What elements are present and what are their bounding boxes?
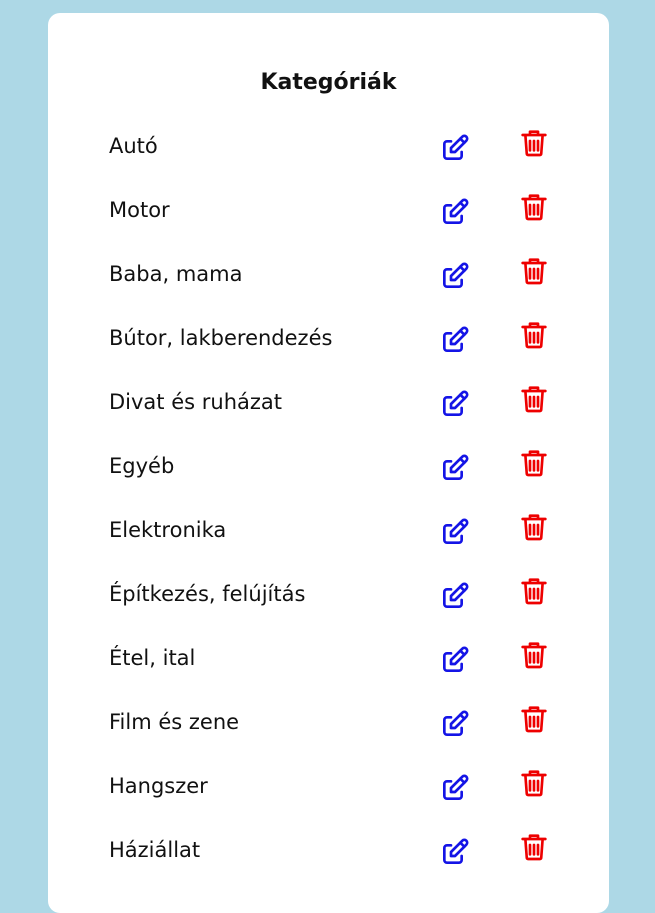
trash-icon: [521, 706, 547, 733]
trash-icon: [521, 834, 547, 861]
category-label: Hangszer: [109, 774, 208, 798]
category-label: Divat és ruházat: [109, 390, 282, 414]
category-label: Autó: [109, 134, 158, 158]
edit-button[interactable]: [437, 322, 473, 358]
edit-button[interactable]: [437, 770, 473, 806]
edit-icon: [443, 582, 469, 608]
edit-button[interactable]: [437, 514, 473, 550]
category-label: Film és zene: [109, 710, 240, 734]
category-row: Hangszer: [48, 767, 609, 831]
edit-icon: [443, 262, 469, 288]
category-label: Étel, ital: [109, 646, 196, 670]
category-label: Egyéb: [109, 454, 175, 478]
trash-icon: [521, 258, 547, 285]
category-label: Építkezés, felújítás: [109, 582, 306, 606]
edit-icon: [443, 518, 469, 544]
edit-icon: [443, 454, 469, 480]
delete-button[interactable]: [516, 509, 552, 545]
edit-button[interactable]: [437, 194, 473, 230]
edit-button[interactable]: [437, 386, 473, 422]
category-label: Baba, mama: [109, 262, 243, 286]
delete-button[interactable]: [516, 829, 552, 865]
edit-icon: [443, 774, 469, 800]
edit-icon: [443, 198, 469, 224]
category-label: Bútor, lakberendezés: [109, 326, 333, 350]
delete-button[interactable]: [516, 445, 552, 481]
category-row: Háziállat: [48, 831, 609, 895]
category-row: Baba, mama: [48, 255, 609, 319]
edit-icon: [443, 710, 469, 736]
delete-button[interactable]: [516, 573, 552, 609]
category-row: Motor: [48, 191, 609, 255]
trash-icon: [521, 322, 547, 349]
category-row: Autó: [48, 127, 609, 191]
edit-button[interactable]: [437, 578, 473, 614]
trash-icon: [521, 386, 547, 413]
delete-button[interactable]: [516, 189, 552, 225]
edit-button[interactable]: [437, 130, 473, 166]
edit-icon: [443, 390, 469, 416]
edit-button[interactable]: [437, 450, 473, 486]
category-row: Egyéb: [48, 447, 609, 511]
category-row: Elektronika: [48, 511, 609, 575]
trash-icon: [521, 770, 547, 797]
delete-button[interactable]: [516, 317, 552, 353]
edit-icon: [443, 326, 469, 352]
edit-button[interactable]: [437, 258, 473, 294]
edit-icon: [443, 646, 469, 672]
category-row: Étel, ital: [48, 639, 609, 703]
category-row: Divat és ruházat: [48, 383, 609, 447]
edit-icon: [443, 134, 469, 160]
category-label: Háziállat: [109, 838, 201, 862]
edit-button[interactable]: [437, 642, 473, 678]
category-row: Film és zene: [48, 703, 609, 767]
trash-icon: [521, 450, 547, 477]
category-list: Autó Motor Baba, mama Bútor, lakberendez…: [48, 127, 609, 895]
category-row: Építkezés, felújítás: [48, 575, 609, 639]
delete-button[interactable]: [516, 765, 552, 801]
trash-icon: [521, 514, 547, 541]
category-label: Motor: [109, 198, 170, 222]
edit-icon: [443, 838, 469, 864]
edit-button[interactable]: [437, 834, 473, 870]
delete-button[interactable]: [516, 637, 552, 673]
delete-button[interactable]: [516, 253, 552, 289]
delete-button[interactable]: [516, 125, 552, 161]
delete-button[interactable]: [516, 701, 552, 737]
edit-button[interactable]: [437, 706, 473, 742]
delete-button[interactable]: [516, 381, 552, 417]
trash-icon: [521, 130, 547, 157]
trash-icon: [521, 642, 547, 669]
category-label: Elektronika: [109, 518, 227, 542]
category-row: Bútor, lakberendezés: [48, 319, 609, 383]
page-title: Kategóriák: [260, 70, 397, 95]
trash-icon: [521, 578, 547, 605]
categories-card: Kategóriák Autó Motor Baba, mama Bútor, …: [48, 13, 609, 913]
trash-icon: [521, 194, 547, 221]
